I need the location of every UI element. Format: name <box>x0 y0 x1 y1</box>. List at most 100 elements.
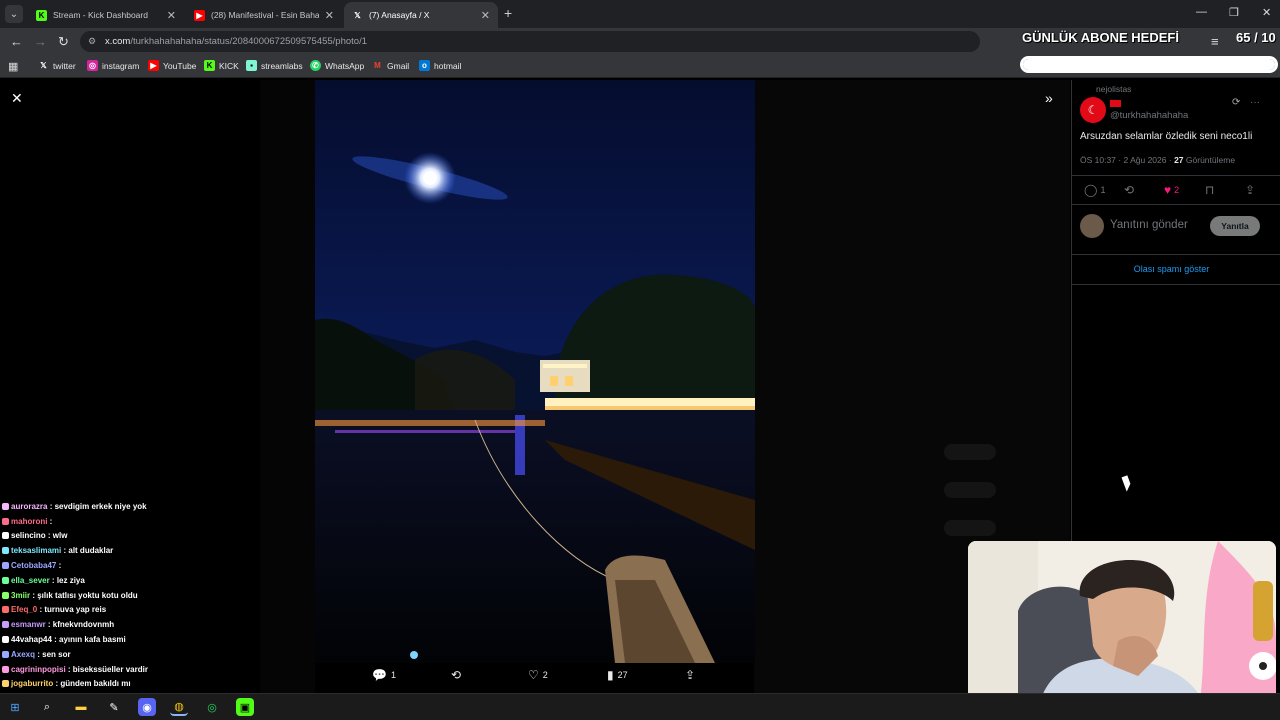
bookmark-youtube[interactable]: ▶ YouTube <box>148 60 196 71</box>
chat-text: gündem bakıldı mı <box>60 679 131 689</box>
media-icon[interactable]: ≡ <box>1211 34 1219 49</box>
bookmark-label: twitter <box>53 60 76 71</box>
chat-username[interactable]: cagrininpopisi <box>11 665 66 674</box>
spotify-icon[interactable]: ◎ <box>203 698 221 716</box>
bookmark-gmail[interactable]: M Gmail <box>372 60 409 71</box>
chat-text: turnuva yap reis <box>44 605 107 615</box>
site-info-icon[interactable]: ⚙ <box>88 31 96 52</box>
reply-button[interactable]: ◯ 1 <box>1084 183 1105 197</box>
x-icon: 𝕏 <box>40 61 47 70</box>
chat-username[interactable]: Axexq <box>11 650 35 659</box>
repost-icon: ⟲ <box>451 668 462 682</box>
discord-icon[interactable]: ◉ <box>138 698 156 716</box>
divider <box>1072 204 1280 205</box>
tab-youtube[interactable]: ▶ (28) Manifestival - Esin Bahat İn ✕ <box>186 2 342 28</box>
close-icon[interactable]: ✕ <box>11 90 23 107</box>
reply-count: 1 <box>1100 185 1106 195</box>
share-button[interactable]: ⇪ <box>1245 183 1258 197</box>
repost-button[interactable]: ⟲ <box>1124 183 1137 197</box>
chat-message: Axexq : sen sor <box>2 647 322 662</box>
chat-message: cagrininpopisi : bisekssüeller vardir <box>2 662 322 677</box>
divider <box>1072 175 1280 176</box>
divider <box>1072 284 1280 285</box>
reload-icon[interactable]: ↻ <box>58 34 69 50</box>
like-button[interactable]: ♡ 2 <box>528 668 548 682</box>
chat-username[interactable]: 44vahap44 <box>11 635 52 644</box>
bookmark-label: hotmail <box>434 60 462 71</box>
subscriber-goal-count: 65 / 10 <box>1236 30 1276 45</box>
forward-icon[interactable]: → <box>34 34 47 49</box>
bookmark-streamlabs[interactable]: ▪ streamlabs <box>246 60 303 71</box>
share-button[interactable]: ⇪ <box>685 668 699 682</box>
divider <box>1072 254 1280 255</box>
share-icon: ⇪ <box>685 668 696 682</box>
bookmark-whatsapp[interactable]: ✆ WhatsApp <box>310 60 364 71</box>
apps-grid-icon[interactable]: ▦ <box>8 60 18 73</box>
chat-username[interactable]: ella_sever <box>11 576 50 585</box>
instagram-icon: ◎ <box>87 60 98 71</box>
chat-text: alt dudaklar <box>68 546 114 556</box>
reply-input[interactable]: Yanıtını gönder <box>1110 219 1188 231</box>
app-icon[interactable]: ✎ <box>105 698 123 716</box>
bookmark-label: WhatsApp <box>325 60 365 71</box>
chat-text: sen sor <box>42 649 71 659</box>
chat-username[interactable]: selincino <box>11 531 46 540</box>
chat-username[interactable]: aurorazra <box>11 502 47 511</box>
new-tab-icon[interactable]: + <box>504 5 512 21</box>
night-harbor-image <box>315 80 755 663</box>
chat-separator: : <box>47 501 55 511</box>
bookmark-instagram[interactable]: ◎ instagram <box>87 60 139 71</box>
chat-message: esmanwr : kfnekvndovnmh <box>2 617 322 632</box>
close-tab-icon[interactable]: ✕ <box>481 9 490 22</box>
chat-text: wlw <box>52 531 68 541</box>
grok-icon[interactable]: ⟳ <box>1232 97 1240 108</box>
tab-search-icon[interactable]: ⌄ <box>5 5 23 23</box>
bookmark-button[interactable]: ⊓ <box>1205 183 1217 197</box>
chat-username[interactable]: esmanwr <box>11 620 46 629</box>
chat-username[interactable]: Efeq_0 <box>11 605 37 614</box>
close-window-icon[interactable]: ✕ <box>1262 6 1271 19</box>
chat-badge-icon <box>2 576 9 584</box>
reply-submit-button[interactable]: Yanıtla <box>1210 216 1260 236</box>
chat-username[interactable]: mahoroni <box>11 517 47 526</box>
collapse-panel-icon[interactable]: » <box>1045 90 1053 106</box>
close-tab-icon[interactable]: ✕ <box>167 9 176 22</box>
address-bar[interactable]: ⚙ x.com/turkhahahahaha/status/2084000672… <box>80 31 980 52</box>
tweet-photo[interactable] <box>315 80 755 663</box>
repost-button[interactable]: ⟲ <box>451 668 465 682</box>
tab-kick-dashboard[interactable]: K Stream - Kick Dashboard ✕ <box>28 2 184 28</box>
bookmark-kick[interactable]: K KICK <box>204 60 239 71</box>
user-handle[interactable]: @turkhahahahaha <box>1110 110 1188 121</box>
show-spam-link[interactable]: Olası spamı göster <box>1072 264 1271 274</box>
chat-message: 44vahap44 : ayının kafa basmi <box>2 632 322 647</box>
chat-separator: : <box>45 620 53 630</box>
tweet-time[interactable]: ÖS 10:37 · 2 Ağu 2026 · <box>1080 155 1172 165</box>
views-button[interactable]: ▮ 27 <box>607 668 628 682</box>
avatar[interactable]: ☾ <box>1080 97 1106 123</box>
windows-start-icon[interactable]: ⊞ <box>6 698 24 716</box>
chat-username[interactable]: Cetobaba47 <box>11 561 56 570</box>
chat-username[interactable]: teksaslimami <box>11 546 61 555</box>
close-tab-icon[interactable]: ✕ <box>325 9 334 22</box>
reply-button[interactable]: 💬 1 <box>372 668 396 682</box>
more-options-icon[interactable]: ··· <box>1250 97 1260 108</box>
search-icon[interactable]: ⌕ <box>38 698 56 716</box>
tab-x-home[interactable]: 𝕏 (7) Anasayfa / X ✕ <box>344 2 498 28</box>
restore-icon[interactable]: ❐ <box>1229 6 1239 19</box>
reply-count: 1 <box>390 670 396 680</box>
views-icon: ▮ <box>607 668 614 682</box>
chat-username[interactable]: jogaburrito <box>11 679 53 688</box>
chrome-icon[interactable]: ◍ <box>170 698 188 716</box>
chat-text: lez ziya <box>56 575 85 585</box>
chat-username[interactable]: 3miir <box>11 591 30 600</box>
like-button[interactable]: ♥ 2 <box>1164 183 1179 197</box>
tweet-text: Arsuzdan selamlar özledik seni neco1li <box>1080 131 1253 142</box>
chat-message: mahoroni : <box>2 514 322 529</box>
bookmark-hotmail[interactable]: o hotmail <box>419 60 461 71</box>
minimize-icon[interactable]: — <box>1196 6 1207 18</box>
file-explorer-icon[interactable]: ▬ <box>72 698 90 716</box>
bookmark-twitter[interactable]: 𝕏twitter <box>38 60 76 71</box>
back-icon[interactable]: ← <box>10 34 23 49</box>
chat-message: teksaslimami : alt dudaklar <box>2 543 322 558</box>
streamlabs-icon[interactable]: ▣ <box>236 698 254 716</box>
